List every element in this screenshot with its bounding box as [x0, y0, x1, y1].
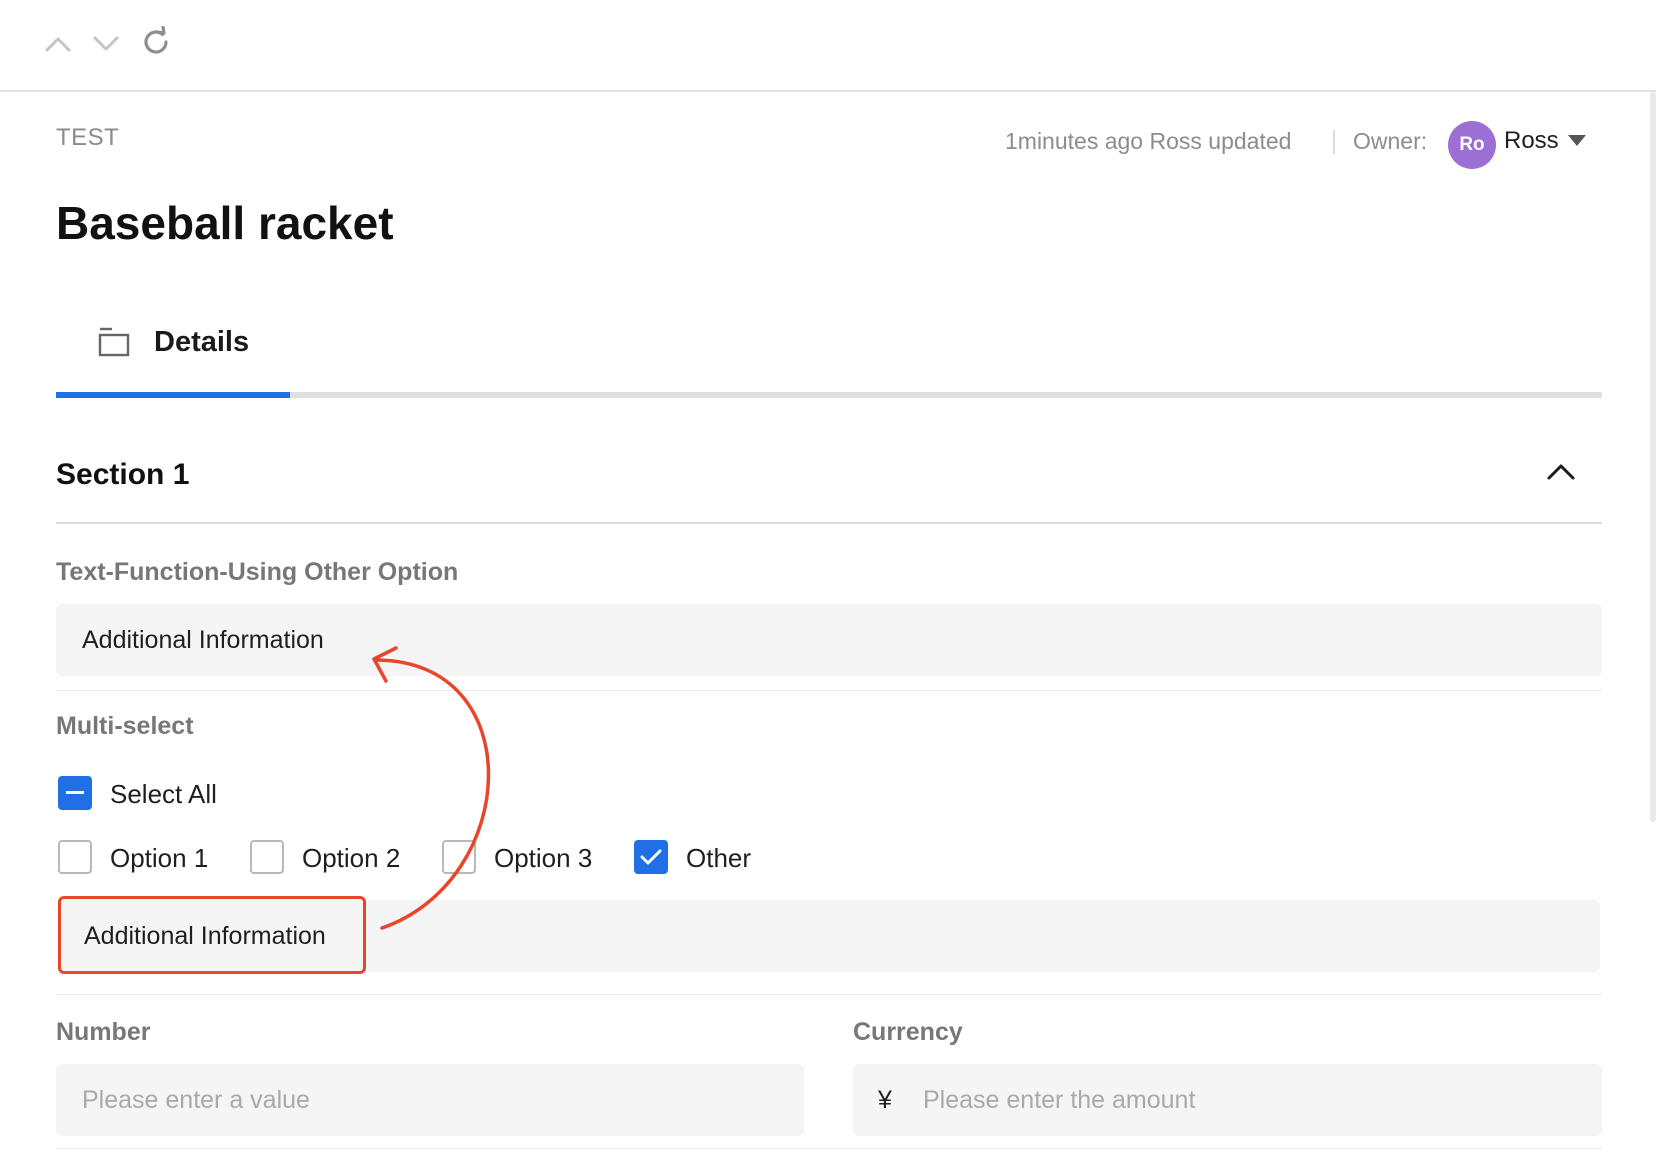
header-separator: [1333, 130, 1335, 154]
option-3-label[interactable]: Option 3: [494, 843, 592, 874]
currency-symbol: ¥: [878, 1086, 892, 1114]
field-divider: [56, 690, 1602, 691]
previous-record-button[interactable]: [38, 24, 78, 64]
top-toolbar: [0, 0, 1656, 92]
tab-active-indicator: [56, 392, 290, 398]
option-2-checkbox[interactable]: [250, 840, 284, 874]
multiselect-label: Multi-select: [56, 712, 194, 740]
minus-icon: [66, 791, 84, 794]
next-record-button[interactable]: [86, 24, 126, 64]
section-title: Section 1: [56, 458, 190, 491]
owner-dropdown-caret-icon[interactable]: [1568, 135, 1586, 146]
currency-label: Currency: [853, 1018, 963, 1046]
other-checkbox[interactable]: [634, 840, 668, 874]
text-other-label: Text-Function-Using Other Option: [56, 558, 459, 586]
chevron-down-icon: [93, 36, 119, 51]
collapse-section-button[interactable]: [1546, 462, 1576, 487]
option-1-label[interactable]: Option 1: [110, 843, 208, 874]
number-label: Number: [56, 1018, 151, 1046]
number-input[interactable]: Please enter a value: [56, 1064, 804, 1136]
currency-input[interactable]: Please enter the amount: [853, 1064, 1602, 1136]
currency-placeholder: Please enter the amount: [923, 1085, 1196, 1114]
page-title: Baseball racket: [56, 197, 394, 249]
avatar-initials: Ro: [1459, 134, 1485, 155]
field-divider: [56, 1148, 1602, 1149]
other-option-value: Additional Information: [84, 921, 326, 950]
checkmark-icon: [640, 849, 662, 865]
number-placeholder: Please enter a value: [82, 1085, 310, 1114]
owner-name[interactable]: Ross: [1504, 127, 1559, 155]
option-2-label[interactable]: Option 2: [302, 843, 400, 874]
breadcrumb[interactable]: TEST: [56, 124, 119, 152]
avatar[interactable]: Ro: [1448, 121, 1496, 169]
owner-label: Owner:: [1353, 128, 1428, 154]
update-info: 1minutes ago Ross updated: [1005, 128, 1292, 154]
field-divider: [56, 994, 1602, 995]
select-all-label[interactable]: Select All: [110, 779, 217, 810]
select-all-checkbox[interactable]: [58, 776, 92, 810]
other-label[interactable]: Other: [686, 843, 751, 874]
option-3-checkbox[interactable]: [442, 840, 476, 874]
option-1-checkbox[interactable]: [58, 840, 92, 874]
folder-icon: [98, 326, 130, 363]
refresh-icon: [144, 26, 168, 54]
chevron-up-icon: [1547, 464, 1575, 480]
text-other-input[interactable]: Additional Information: [56, 604, 1602, 676]
scrollbar[interactable]: [1650, 92, 1656, 822]
refresh-button[interactable]: [136, 22, 176, 62]
section-divider: [56, 522, 1602, 524]
text-other-value: Additional Information: [82, 625, 324, 654]
chevron-up-icon: [45, 37, 71, 52]
tab-details-label[interactable]: Details: [154, 326, 249, 359]
other-option-input[interactable]: Additional Information: [58, 900, 1600, 972]
